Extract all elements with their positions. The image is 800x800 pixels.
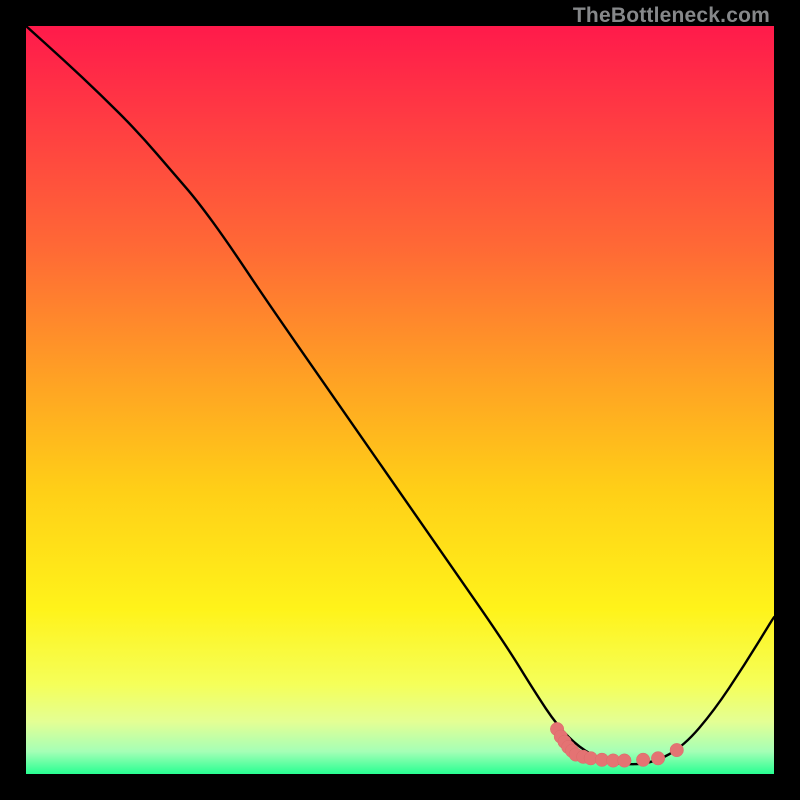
chart-frame [26, 26, 774, 774]
curve-marker [618, 754, 631, 767]
chart-svg [26, 26, 774, 774]
watermark-text: TheBottleneck.com [573, 4, 770, 28]
curve-marker [636, 753, 649, 766]
curve-marker [670, 743, 683, 756]
curve-marker [651, 752, 664, 765]
gradient-rect [26, 26, 774, 774]
